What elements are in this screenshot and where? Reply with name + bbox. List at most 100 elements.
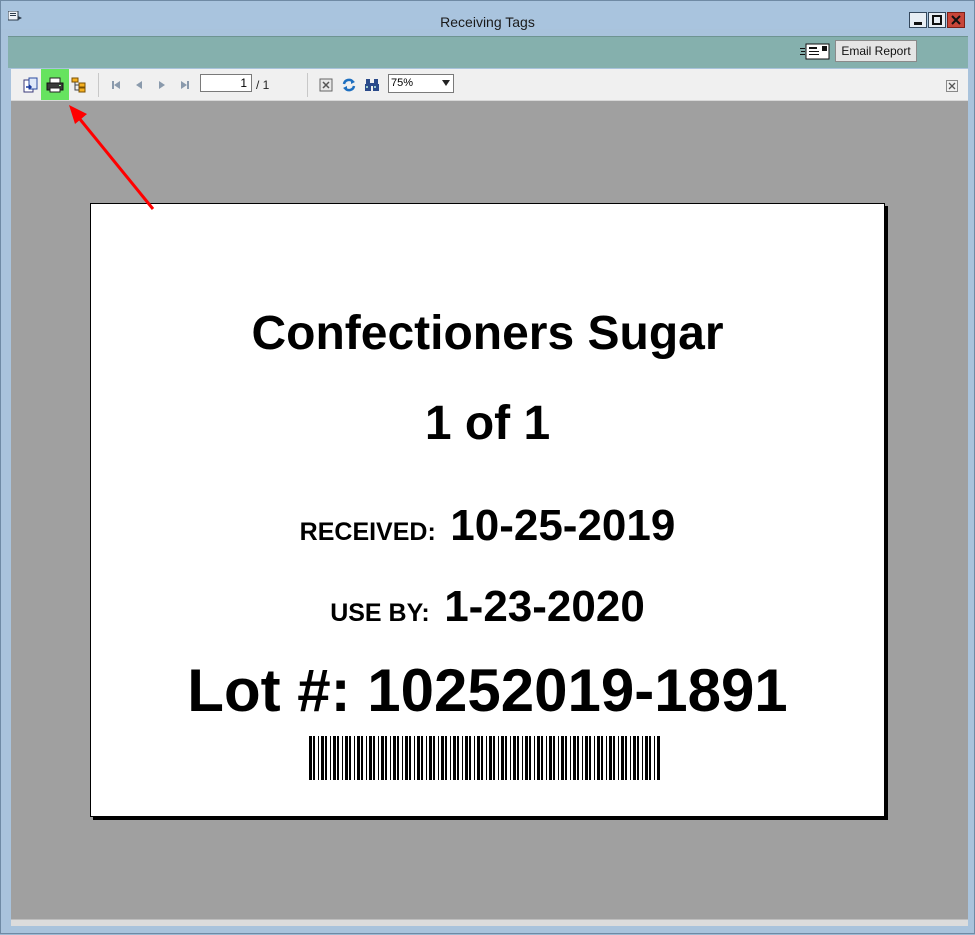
barcode-bar	[313, 736, 315, 780]
barcode-bar	[541, 736, 543, 780]
maximize-button[interactable]	[928, 12, 946, 28]
chevron-down-icon	[442, 80, 450, 86]
barcode-bar	[414, 736, 415, 780]
barcode-bar	[357, 736, 360, 780]
barcode-bar	[390, 736, 391, 780]
barcode-bar	[397, 736, 399, 780]
barcode-bar	[421, 736, 423, 780]
received-date: 10-25-2019	[450, 501, 676, 550]
barcode-bar	[546, 736, 547, 780]
binoculars-icon	[365, 79, 379, 91]
barcode-bar	[522, 736, 523, 780]
barcode-bar	[534, 736, 535, 780]
search-button[interactable]	[363, 76, 381, 94]
page-total: / 1	[256, 78, 270, 92]
barcode-bar	[513, 736, 516, 780]
last-page-icon	[181, 81, 189, 89]
print-icon	[46, 77, 64, 92]
barcode-bar	[613, 736, 615, 780]
envelope-report-icon[interactable]	[800, 43, 830, 61]
barcode-bar	[498, 736, 499, 780]
minimize-button[interactable]	[909, 12, 927, 28]
export-icon	[23, 77, 38, 93]
barcode-bar	[469, 736, 471, 780]
toolbar-separator	[307, 73, 308, 97]
stop-icon	[319, 78, 333, 92]
barcode-bar	[417, 736, 420, 780]
maximize-icon	[932, 15, 942, 25]
barcode-bar	[585, 736, 588, 780]
use-by-date: 1-23-2020	[444, 582, 645, 631]
barcode-bar	[637, 736, 639, 780]
barcode-bar	[450, 736, 451, 780]
barcode-bar	[378, 736, 379, 780]
lot-number: Lot #: 10252019-1891	[187, 657, 788, 724]
barcode-bar	[573, 736, 576, 780]
barcode-bar	[606, 736, 607, 780]
print-button[interactable]	[41, 69, 69, 100]
toolbar-separator	[98, 73, 99, 97]
barcode-bar	[402, 736, 403, 780]
report-window: Receiving Tags Email Report 1 / 1 75% Co…	[0, 0, 975, 934]
barcode-bar	[349, 736, 351, 780]
barcode-bar	[582, 736, 583, 780]
current-page-input[interactable]: 1	[200, 74, 252, 92]
last-page-button[interactable]	[178, 78, 192, 92]
email-report-button[interactable]: Email Report	[835, 40, 917, 62]
barcode-bar	[618, 736, 619, 780]
barcode-bar	[333, 736, 336, 780]
barcode-bar	[517, 736, 519, 780]
barcode-bar	[594, 736, 595, 780]
barcode-bar	[649, 736, 651, 780]
barcode-bar	[441, 736, 444, 780]
barcode-bar	[369, 736, 372, 780]
barcode-bar	[325, 736, 327, 780]
group-tree-button[interactable]	[70, 76, 88, 94]
barcode-bar	[621, 736, 624, 780]
minimize-icon	[914, 22, 922, 25]
lot-barcode	[309, 736, 660, 780]
previous-page-button[interactable]	[132, 78, 146, 92]
zoom-select[interactable]: 75%	[388, 74, 454, 93]
barcode-bar	[654, 736, 655, 780]
barcode-bar	[561, 736, 564, 780]
barcode-bar	[510, 736, 511, 780]
barcode-bar	[321, 736, 324, 780]
close-window-button[interactable]	[947, 12, 965, 28]
group-tree-icon	[71, 77, 86, 93]
barcode-bar	[429, 736, 432, 780]
tag-count: 1 of 1	[424, 397, 551, 450]
close-view-button[interactable]	[945, 79, 959, 93]
barcode-bar	[309, 736, 312, 780]
barcode-bar	[373, 736, 375, 780]
barcode-bar	[361, 736, 363, 780]
barcode-bar	[354, 736, 355, 780]
barcode-bar	[465, 736, 468, 780]
refresh-button[interactable]	[340, 76, 358, 94]
barcode-bar	[477, 736, 480, 780]
barcode-bar	[481, 736, 483, 780]
barcode-bar	[642, 736, 643, 780]
barcode-bar	[553, 736, 555, 780]
export-button[interactable]	[22, 76, 40, 94]
barcode-bar	[486, 736, 487, 780]
barcode-bar	[565, 736, 567, 780]
stop-button[interactable]	[317, 76, 335, 94]
previous-page-icon	[136, 81, 142, 89]
first-page-button[interactable]	[109, 78, 123, 92]
title-bar: Receiving Tags	[1, 1, 974, 30]
barcode-bar	[657, 736, 660, 780]
barcode-bar	[645, 736, 648, 780]
barcode-bar	[342, 736, 343, 780]
barcode-bar	[501, 736, 504, 780]
next-page-button[interactable]	[155, 78, 169, 92]
barcode-bar	[493, 736, 495, 780]
close-icon	[951, 15, 961, 25]
use-by-line: USE BY: 1-23-2020	[91, 582, 884, 632]
barcode-bar	[318, 736, 319, 780]
next-page-icon	[159, 81, 165, 89]
zoom-value: 75%	[391, 77, 414, 89]
barcode-bar	[366, 736, 367, 780]
received-line: RECEIVED: 10-25-2019	[91, 501, 884, 551]
window-title: Receiving Tags	[440, 14, 535, 30]
